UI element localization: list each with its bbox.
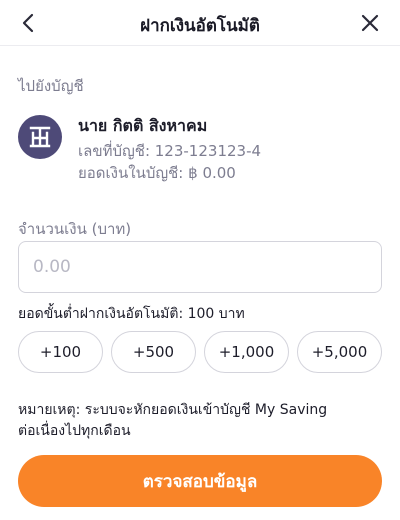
remark-line-1: หมายเหตุ: ระบบจะหักยอดเงินเข้าบัญชี My S… bbox=[18, 402, 328, 418]
bank-logo-icon bbox=[29, 126, 51, 148]
quick-amount-group: +100 +500 +1,000 +5,000 bbox=[18, 331, 382, 373]
quick-amount-100-button[interactable]: +100 bbox=[18, 331, 103, 373]
top-bar: ฝากเงินอัตโนมัติ bbox=[0, 0, 400, 46]
remark-text: หมายเหตุ: ระบบจะหักยอดเงินเข้าบัญชี My S… bbox=[18, 400, 382, 442]
quick-amount-1000-button[interactable]: +1,000 bbox=[204, 331, 289, 373]
quick-amount-500-button[interactable]: +500 bbox=[111, 331, 196, 373]
destination-label: ไปยังบัญชี bbox=[18, 77, 84, 95]
remark-line-2: ต่อเนื่องไปทุกเดือน bbox=[18, 423, 131, 439]
page-title: ฝากเงินอัตโนมัติ bbox=[140, 16, 260, 36]
destination-account: นาย กิตติ สิงหาคม เลขที่บัญชี: 123-12312… bbox=[18, 111, 382, 182]
chevron-left-icon bbox=[22, 13, 34, 33]
account-number: เลขที่บัญชี: 123-123123-4 bbox=[78, 142, 262, 160]
verify-button[interactable]: ตรวจสอบข้อมูล bbox=[18, 455, 382, 507]
quick-amount-5000-button[interactable]: +5,000 bbox=[297, 331, 382, 373]
amount-label: จำนวนเงิน (บาท) bbox=[18, 220, 132, 238]
close-icon bbox=[361, 14, 379, 32]
account-balance: ยอดเงินในบัญชี: ฿ 0.00 bbox=[78, 164, 236, 182]
minimum-amount-note: ยอดขั้นต่ำฝากเงินอัตโนมัติ: 100 บาท bbox=[18, 306, 245, 322]
account-name: นาย กิตติ สิงหาคม bbox=[78, 116, 208, 135]
amount-input[interactable] bbox=[18, 241, 382, 293]
close-button[interactable] bbox=[356, 9, 384, 37]
back-button[interactable] bbox=[14, 9, 42, 37]
avatar bbox=[18, 115, 62, 159]
